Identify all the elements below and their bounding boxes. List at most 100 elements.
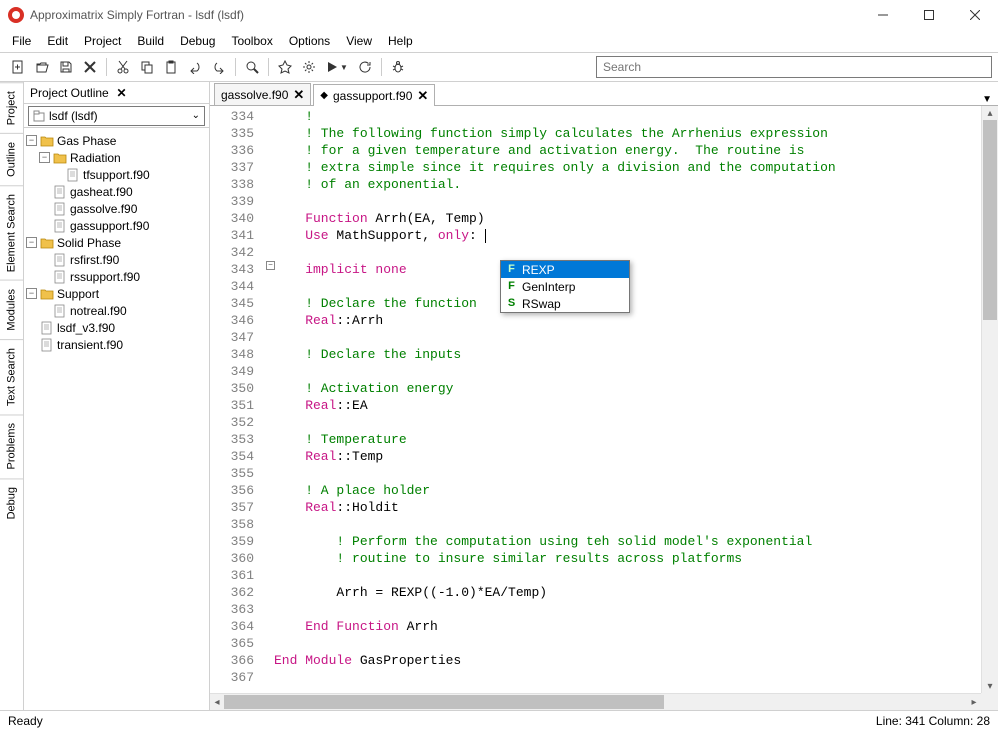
autocomplete-item[interactable]: FGenInterp — [501, 278, 629, 295]
panel-header: Project Outline ✕ — [24, 82, 209, 104]
tree-file[interactable]: gassolve.f90 — [26, 200, 207, 217]
refresh-icon[interactable] — [354, 56, 376, 78]
side-tab-text-search[interactable]: Text Search — [0, 339, 23, 414]
editor-area: gassolve.f90 ✕ ◆ gassupport.f90 ✕ ▼ 3343… — [210, 82, 998, 710]
minimize-button[interactable] — [860, 0, 906, 30]
menu-help[interactable]: Help — [380, 32, 421, 50]
side-tab-project[interactable]: Project — [0, 82, 23, 133]
cut-icon[interactable] — [112, 56, 134, 78]
tab-close-icon[interactable]: ✕ — [293, 87, 304, 103]
side-tab-modules[interactable]: Modules — [0, 280, 23, 339]
menu-options[interactable]: Options — [281, 32, 338, 50]
menu-view[interactable]: View — [338, 32, 380, 50]
tree-file[interactable]: tfsupport.f90 — [26, 166, 207, 183]
menu-toolbox[interactable]: Toolbox — [223, 32, 280, 50]
delete-icon[interactable] — [79, 56, 101, 78]
find-icon[interactable] — [241, 56, 263, 78]
tree-folder-solid[interactable]: −Solid Phase — [26, 234, 207, 251]
tree-folder-support[interactable]: −Support — [26, 285, 207, 302]
horizontal-scrollbar[interactable]: ◂ ▸ — [210, 693, 981, 710]
app-icon — [8, 7, 24, 23]
search-input[interactable] — [596, 56, 992, 78]
open-icon[interactable] — [31, 56, 53, 78]
tab-close-icon[interactable]: ✕ — [417, 88, 428, 104]
maximize-button[interactable] — [906, 0, 952, 30]
tree-toggle[interactable]: − — [26, 237, 37, 248]
project-name: lsdf (lsdf) — [49, 109, 188, 123]
panel-close-button[interactable]: ✕ — [117, 86, 204, 100]
new-file-icon[interactable] — [7, 56, 29, 78]
tree-file[interactable]: notreal.f90 — [26, 302, 207, 319]
copy-icon[interactable] — [136, 56, 158, 78]
side-tab-outline[interactable]: Outline — [0, 133, 23, 185]
vertical-scrollbar[interactable]: ▴ ▾ — [981, 106, 998, 693]
run-icon[interactable]: ▼ — [322, 56, 352, 78]
autocomplete-item[interactable]: SRSwap — [501, 295, 629, 312]
close-button[interactable] — [952, 0, 998, 30]
autocomplete-popup[interactable]: FREXPFGenInterpSRSwap — [500, 260, 630, 313]
autocomplete-item[interactable]: FREXP — [501, 261, 629, 278]
project-tree[interactable]: −Gas Phase−Radiationtfsupport.f90gasheat… — [24, 128, 209, 710]
project-selector-row: lsdf (lsdf) ⌄ — [24, 104, 209, 128]
tree-file[interactable]: transient.f90 — [26, 336, 207, 353]
scrollbar-thumb[interactable] — [224, 695, 664, 709]
line-number-gutter: 3343353363373383393403413423433443453463… — [210, 106, 274, 710]
editor-body[interactable]: 3343353363373383393403413423433443453463… — [210, 106, 998, 710]
editor-tab-strip: gassolve.f90 ✕ ◆ gassupport.f90 ✕ ▼ — [210, 82, 998, 106]
menubar: File Edit Project Build Debug Toolbox Op… — [0, 30, 998, 52]
editor-tab-gassupport[interactable]: ◆ gassupport.f90 ✕ — [313, 84, 435, 106]
titlebar: Approximatrix Simply Fortran - lsdf (lsd… — [0, 0, 998, 30]
completion-kind-icon: F — [505, 280, 518, 293]
completion-kind-icon: F — [505, 263, 518, 276]
side-tab-strip: Project Outline Element Search Modules T… — [0, 82, 24, 710]
tree-file[interactable]: rssupport.f90 — [26, 268, 207, 285]
tree-toggle[interactable]: − — [26, 135, 37, 146]
tree-folder-radiation[interactable]: −Radiation — [26, 149, 207, 166]
scrollbar-corner — [981, 693, 998, 710]
tree-file[interactable]: gasheat.f90 — [26, 183, 207, 200]
tree-folder-gas[interactable]: −Gas Phase — [26, 132, 207, 149]
completion-kind-icon: S — [505, 297, 518, 310]
project-selector[interactable]: lsdf (lsdf) ⌄ — [28, 106, 205, 126]
menu-edit[interactable]: Edit — [39, 32, 76, 50]
undo-icon[interactable] — [184, 56, 206, 78]
menu-file[interactable]: File — [4, 32, 39, 50]
project-outline-panel: Project Outline ✕ lsdf (lsdf) ⌄ −Gas Pha… — [24, 82, 210, 710]
tab-label: gassolve.f90 — [221, 88, 288, 102]
settings-icon[interactable] — [298, 56, 320, 78]
status-text: Ready — [8, 714, 43, 728]
project-icon — [33, 110, 45, 122]
paste-icon[interactable] — [160, 56, 182, 78]
tree-file[interactable]: gassupport.f90 — [26, 217, 207, 234]
scroll-up-icon[interactable]: ▴ — [982, 106, 998, 120]
tree-toggle[interactable]: − — [26, 288, 37, 299]
tree-file[interactable]: rsfirst.f90 — [26, 251, 207, 268]
toolbar: ▼ — [0, 52, 998, 82]
save-icon[interactable] — [55, 56, 77, 78]
code-content[interactable]: ! ! The following function simply calcul… — [274, 106, 998, 710]
tab-overflow-button[interactable]: ▼ — [982, 94, 992, 105]
editor-tab-gassolve[interactable]: gassolve.f90 ✕ — [214, 83, 311, 105]
scroll-down-icon[interactable]: ▾ — [982, 679, 998, 693]
cursor-position: Line: 341 Column: 28 — [876, 714, 990, 728]
redo-icon[interactable] — [208, 56, 230, 78]
scroll-left-icon[interactable]: ◂ — [210, 694, 224, 710]
panel-title: Project Outline — [30, 86, 117, 100]
scrollbar-thumb[interactable] — [983, 120, 997, 320]
side-tab-element-search[interactable]: Element Search — [0, 185, 23, 280]
menu-debug[interactable]: Debug — [172, 32, 223, 50]
side-tab-debug[interactable]: Debug — [0, 478, 23, 527]
window-title: Approximatrix Simply Fortran - lsdf (lsd… — [30, 8, 860, 22]
scroll-right-icon[interactable]: ▸ — [967, 694, 981, 710]
bug-icon[interactable] — [387, 56, 409, 78]
modified-indicator-icon: ◆ — [320, 90, 328, 101]
chevron-down-icon: ⌄ — [192, 110, 200, 121]
menu-project[interactable]: Project — [76, 32, 129, 50]
statusbar: Ready Line: 341 Column: 28 — [0, 710, 998, 730]
workspace: Project Outline Element Search Modules T… — [0, 82, 998, 710]
tree-toggle[interactable]: − — [39, 152, 50, 163]
build-icon[interactable] — [274, 56, 296, 78]
tree-file[interactable]: lsdf_v3.f90 — [26, 319, 207, 336]
menu-build[interactable]: Build — [129, 32, 172, 50]
side-tab-problems[interactable]: Problems — [0, 414, 23, 477]
